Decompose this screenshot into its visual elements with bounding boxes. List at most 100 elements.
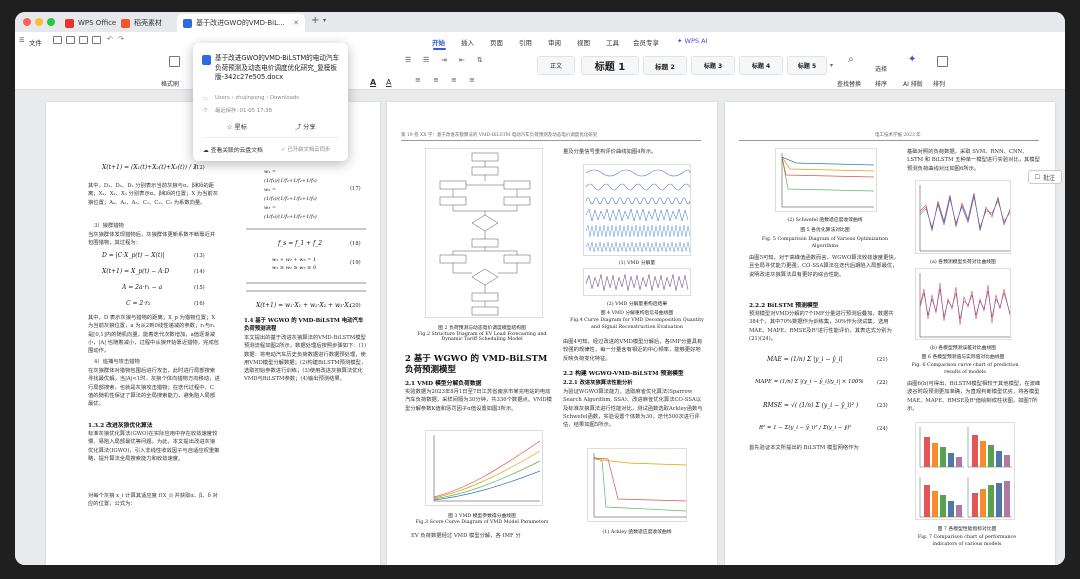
sort-text-icon[interactable]: ⇅ xyxy=(477,56,483,64)
outdent-icon[interactable]: ⇤ xyxy=(459,56,465,64)
text-lines xyxy=(246,282,366,299)
undo-icon[interactable]: ↶ xyxy=(107,35,113,43)
share-button[interactable]: ⤴ 分享 xyxy=(295,122,316,131)
tab-docer[interactable]: 稻壳素材 xyxy=(115,14,168,32)
figure-caption: 图 4 VMD 分解重构后信号曲线图 xyxy=(600,311,674,316)
document-canvas[interactable]: X(t+1) = (X₁(t)+X₂(t)+X₃(t)) / 3 (12) 其中… xyxy=(15,90,1065,565)
find-replace-icon[interactable]: ⌕ xyxy=(848,54,854,65)
equation-18: f_s = f_1 + f_2 xyxy=(278,240,323,247)
bar-panel xyxy=(967,427,1012,468)
format-painter-icon[interactable] xyxy=(169,56,180,67)
arrange-icon[interactable] xyxy=(937,56,948,67)
align-right-icon[interactable]: ≡ xyxy=(451,76,457,84)
style-gallery-more-icon[interactable]: ▾ xyxy=(830,62,833,69)
app-window: WPS Office 稻壳素材 基于改进GWO的VMD-BiL... ✕ + ▾… xyxy=(15,12,1065,565)
equation-number: (23) xyxy=(877,403,888,409)
header-rule xyxy=(739,140,1039,141)
new-tab-icon[interactable]: + xyxy=(311,15,319,26)
curve-chart-figure xyxy=(425,430,543,506)
tab-member[interactable]: 会员专享 xyxy=(633,37,659,47)
style-label: 标题 2 xyxy=(655,62,675,71)
equation-number: (12) xyxy=(194,165,205,171)
print-icon[interactable] xyxy=(92,36,101,44)
equation-number: (17) xyxy=(350,186,361,192)
numbering-icon[interactable]: ☰ xyxy=(423,56,429,64)
tab-page[interactable]: 页面 xyxy=(490,37,503,47)
equation-17: w₁ = (1/f₁)/(1/f₁+1/f₂+1/f₃) w₂ = (1/f₂)/… xyxy=(264,169,317,220)
share-label: 分享 xyxy=(303,124,316,131)
paragraph: 标准灰狼优化算法(GWO)在实际应用中存在收敛速度较慢、易陷入局部最优等问题。为… xyxy=(88,431,220,462)
tab-wps-office[interactable]: WPS Office xyxy=(59,14,122,32)
new-doc-icon[interactable] xyxy=(53,36,62,44)
style-heading-3[interactable]: 标题 3 xyxy=(691,56,735,75)
folder-icon: ▭ xyxy=(203,96,208,102)
indent-icon[interactable]: ⇥ xyxy=(441,56,447,64)
tab-home[interactable]: 开始 xyxy=(432,37,445,47)
tab-references[interactable]: 引用 xyxy=(519,37,532,47)
figure-caption: 图 2 负荷预测与动态电价调度模型结构图 xyxy=(438,326,526,331)
page-header: 电工技术学报 2023 年 xyxy=(875,133,921,138)
paragraph: 首先验证本文所提出的 BiLSTM 模型网络作为 xyxy=(749,445,859,451)
file-menu[interactable]: 文件 xyxy=(29,37,42,47)
tab-tools[interactable]: 工具 xyxy=(606,37,619,47)
close-tab-icon[interactable]: ✕ xyxy=(293,19,299,27)
subfigure-caption: (b) 各模型预测误差对比曲线图 xyxy=(930,346,996,351)
equation-20: X(t+1) = w₁·X₁ + w₂·X₂ + w₃·X₃ xyxy=(256,302,352,309)
highlight-icon[interactable]: A xyxy=(386,78,391,87)
style-heading-2[interactable]: 标题 2 xyxy=(643,56,687,75)
select-button[interactable]: 选择 xyxy=(875,64,887,73)
tab-bar: WPS Office 稻壳素材 基于改进GWO的VMD-BiL... ✕ + ▾ xyxy=(15,12,1065,32)
tab-list-chevron-icon[interactable]: ▾ xyxy=(323,17,326,24)
redo-icon[interactable]: ↷ xyxy=(118,35,124,43)
close-window-icon[interactable] xyxy=(23,18,31,26)
cloud-doc-link[interactable]: ☁ 查看关联的云盘文档 xyxy=(203,145,263,154)
hamburger-menu-icon[interactable]: ☰ xyxy=(19,37,24,44)
document-page-1[interactable]: X(t+1) = (X₁(t)+X₂(t)+X₃(t)) / 3 (12) 其中… xyxy=(46,102,380,565)
figure-caption-en: Fig. 5 Comparison Diagram of Various Opt… xyxy=(761,237,889,249)
wps-ai-tab[interactable]: ✦ WPS AI xyxy=(677,37,707,45)
save-icon[interactable] xyxy=(79,36,88,44)
style-normal[interactable]: 正文 xyxy=(537,56,575,75)
comments-label: 批注 xyxy=(1042,174,1055,182)
equation-number: (15) xyxy=(194,285,205,291)
section-heading: 2.1 VMD 模型分解负荷数据 xyxy=(405,381,482,387)
find-replace-button[interactable]: 查找替换 xyxy=(837,79,861,88)
align-left-icon[interactable]: ≡ xyxy=(415,76,421,84)
maximize-window-icon[interactable] xyxy=(47,18,55,26)
arrange-button[interactable]: 排列 xyxy=(933,79,945,88)
subfigure-caption: (2) VMD 分解量重构后结果 xyxy=(606,302,668,307)
justify-icon[interactable]: ≡ xyxy=(469,76,475,84)
curve-chart-svg xyxy=(433,435,541,502)
star-button[interactable]: ☆ 星标 xyxy=(227,122,247,131)
tab-label: 基于改进GWO的VMD-BiL... xyxy=(196,19,285,27)
paragraph: 量及分量信号重构评价曲线如图4所示。 xyxy=(563,149,657,155)
tab-insert[interactable]: 插入 xyxy=(461,37,474,47)
document-page-3[interactable]: 电工技术学报 2023 年 (2) Schwefel 函数适应度收敛曲线 图 5… xyxy=(725,102,1055,565)
align-center-icon[interactable]: ≡ xyxy=(433,76,439,84)
minimize-window-icon[interactable] xyxy=(35,18,43,26)
bullets-icon[interactable]: ☰ xyxy=(405,56,411,64)
sort-button[interactable]: 排序 xyxy=(875,79,887,88)
subfigure-caption: (1) Ackley 函数适应度收敛曲线 xyxy=(602,530,672,535)
ai-layout-button[interactable]: AI 排版 xyxy=(903,79,923,88)
style-heading-5[interactable]: 标题 5 xyxy=(787,56,827,75)
tab-review[interactable]: 审阅 xyxy=(548,37,561,47)
open-icon[interactable] xyxy=(66,36,75,44)
ai-layout-icon[interactable]: ✦ xyxy=(908,54,916,65)
tab-view[interactable]: 视图 xyxy=(577,37,590,47)
style-heading-1[interactable]: 标题 1 xyxy=(581,56,639,75)
equation-19: w₁ + w₂ + w₃ = 1 w₁ ≥ w₂ ≥ w₃ ≥ 0 xyxy=(272,257,317,271)
format-painter-button[interactable]: 格式刷 xyxy=(161,79,179,88)
style-heading-4[interactable]: 标题 4 xyxy=(739,56,783,75)
word-doc-icon xyxy=(183,18,192,28)
sync-check-icon: ✓ xyxy=(281,147,286,153)
document-path[interactable]: Users › zhujinpeng › Downloads xyxy=(215,95,299,101)
document-page-2[interactable]: 第 19 卷 XX 学：基于改进灰狼算法的 VMD-BiLSTM 电动汽车负荷预… xyxy=(387,102,717,565)
paragraph: 实验数据为2023年8月1日至7日江苏省南京市某充电站的电动汽车负荷数据，采样间… xyxy=(405,389,552,412)
word-doc-icon xyxy=(202,55,211,65)
style-label: 正文 xyxy=(549,63,562,70)
comments-button[interactable]: ☐ 批注 xyxy=(1027,170,1062,184)
font-color-icon[interactable]: A xyxy=(370,78,376,87)
paragraph: 其中，D 表示灰狼与猎物的距离；X_p 为猎物位置；X 为当前灰狼位置，a 为从… xyxy=(88,315,219,355)
tab-document[interactable]: 基于改进GWO的VMD-BiL... ✕ xyxy=(177,14,305,32)
